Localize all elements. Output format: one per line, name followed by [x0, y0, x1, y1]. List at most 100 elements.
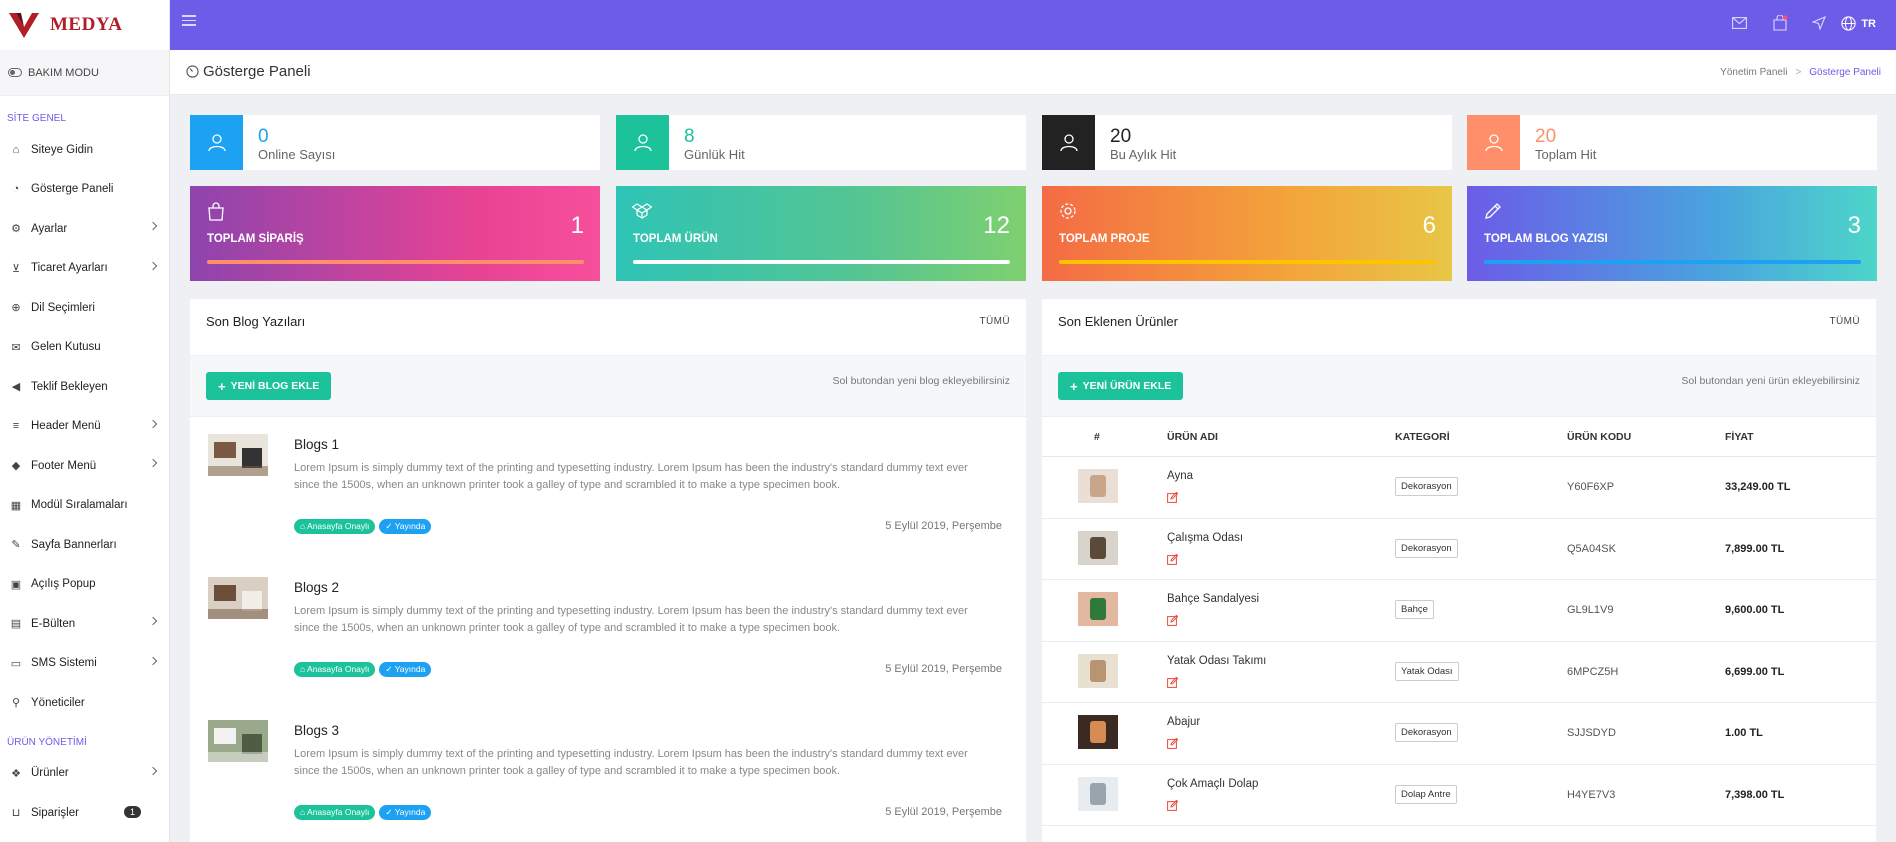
blog-title[interactable]: Blogs 2 [294, 580, 339, 595]
sidebar-item-gauge[interactable]: ◔ Gösterge Paneli [0, 170, 169, 210]
edit-icon[interactable] [1167, 552, 1179, 565]
add-blog-button[interactable]: + YENİ BLOG EKLE [206, 372, 332, 400]
gear-icon: ⚙ [11, 223, 21, 236]
product-name[interactable]: Çalışma Odası [1167, 532, 1243, 544]
sidebar-item-megaphone[interactable]: ◀ Teklif Bekleyen [0, 367, 169, 407]
table-row[interactable]: Bahçe Sandalyesi Bahçe GL9L1V9 9,600.00 TL [1042, 580, 1876, 642]
product-name[interactable]: Abajur [1167, 716, 1200, 728]
chevron-right-icon [148, 221, 158, 231]
products-view-all-link[interactable]: TÜMÜ [1830, 316, 1860, 327]
sidebar-item-menu[interactable]: ≡ Header Menü [0, 407, 169, 447]
blog-excerpt: Lorem Ipsum is simply dummy text of the … [294, 748, 968, 777]
edit-icon[interactable] [1167, 490, 1179, 503]
total-projects-card[interactable]: 6 TOPLAM PROJE [1042, 186, 1452, 281]
breadcrumb-separator-icon: > [1795, 67, 1802, 78]
users-icon [1467, 115, 1520, 170]
envelope-icon[interactable] [1730, 14, 1748, 32]
table-row[interactable]: Çok Amaçlı Dolap Dolap Antre H4YE7V3 7,398.… [1042, 765, 1876, 826]
sidebar-item-grid[interactable]: ▦ Modül Sıralamaları [0, 486, 169, 526]
hamburger-menu-icon[interactable] [182, 15, 196, 27]
edit-icon[interactable] [1167, 675, 1179, 688]
blog-title[interactable]: Blogs 1 [294, 437, 339, 452]
product-thumbnail [1078, 469, 1118, 503]
product-name[interactable]: Yatak Odası Takımı [1167, 655, 1266, 667]
dropbox-icon: ❖ [11, 767, 21, 780]
blog-view-all-link[interactable]: TÜMÜ [980, 316, 1010, 327]
total-orders-bar [207, 260, 584, 264]
logo[interactable]: MEDYA [0, 0, 169, 50]
sidebar-item-cart[interactable]: ⊻ Ticaret Ayarları [0, 249, 169, 289]
edit-icon[interactable] [1167, 613, 1179, 626]
published-badge: ✓ Yayında [379, 519, 432, 534]
product-category-badge: Dekorasyon [1395, 538, 1458, 558]
sidebar-item-popup[interactable]: ▣ Açılış Popup [0, 565, 169, 605]
product-thumbnail [1078, 592, 1118, 626]
col-product-code: ÜRÜN KODU [1567, 431, 1632, 443]
product-name[interactable]: Bahçe Sandalyesi [1167, 593, 1259, 605]
breadcrumb-home[interactable]: Yönetim Paneli [1720, 67, 1787, 78]
product-name[interactable]: Ayna [1167, 470, 1193, 482]
sidebar: MEDYA BAKIM MODU SİTE GENEL ⌂ Siteye Gidi… [0, 0, 170, 842]
sidebar-item-newsletter[interactable]: ▤ E-Bülten [0, 604, 169, 644]
breadcrumb-current: Gösterge Paneli [1809, 67, 1881, 78]
blog-list-item[interactable]: Blogs 3 Lorem Ipsum is simply dummy text … [190, 703, 1026, 842]
sidebar-item-home[interactable]: ⌂ Siteye Gidin [0, 130, 169, 170]
language-selector[interactable]: TR [1841, 16, 1876, 31]
sidebar-item-label: Gelen Kutusu [31, 341, 101, 354]
blog-thumbnail[interactable] [208, 720, 268, 762]
table-row[interactable]: Çalışma Odası Dekorasyon Q5A04SK 7,899.00 T… [1042, 519, 1876, 580]
edit-icon[interactable] [1167, 736, 1179, 749]
sidebar-item-gear[interactable]: ⚙ Ayarlar [0, 209, 169, 249]
globe-icon: ⊕ [11, 302, 21, 315]
sidebar-item-label: Ticaret Ayarları [31, 262, 108, 275]
blog-title[interactable]: Blogs 3 [294, 723, 339, 738]
page-title-text: Gösterge Paneli [203, 63, 311, 80]
product-code: Q5A04SK [1567, 542, 1616, 555]
stat-daily-hits: 8 Günlük Hit [616, 115, 1026, 170]
blog-date: 5 Eylül 2019, Perşembe [885, 520, 1002, 532]
blog-list-item[interactable]: Blogs 2 Lorem Ipsum is simply dummy text … [190, 560, 1026, 703]
product-code: SJJSDYD [1567, 727, 1616, 739]
blog-list-item[interactable]: Blogs 1 Lorem Ipsum is simply dummy text … [190, 417, 1026, 560]
dropbox-icon [631, 201, 653, 221]
maintenance-mode-toggle[interactable]: BAKIM MODU [0, 50, 169, 96]
total-orders-card[interactable]: 1 TOPLAM SİPARİŞ [190, 186, 600, 281]
sidebar-item-dropbox[interactable]: ❖ Ürünler [0, 754, 169, 794]
chevron-right-icon [148, 458, 158, 468]
sms-icon: ▭ [10, 657, 22, 670]
add-product-button[interactable]: + YENİ ÜRÜN EKLE [1058, 372, 1184, 400]
stat-monthly-hits-label: Bu Aylık Hit [1110, 147, 1177, 162]
total-products-card[interactable]: 12 TOPLAM ÜRÜN [616, 186, 1026, 281]
sidebar-item-bag[interactable]: ⊔ Siparişler 1 [0, 793, 169, 833]
maintenance-mode-label: BAKIM MODU [28, 66, 99, 79]
product-name[interactable]: Çok Amaçlı Dolap [1167, 778, 1258, 790]
table-row[interactable]: Yatak Odası Takımı Yatak Odası 6MPCZ5H 6,69… [1042, 642, 1876, 703]
total-blog-posts-card[interactable]: 3 TOPLAM BLOG YAZISI [1467, 186, 1877, 281]
sidebar-item-tag[interactable]: ◆ Footer Menü [0, 446, 169, 486]
topbar: TR [170, 0, 1896, 50]
sidebar-item-sms[interactable]: ▭ SMS Sistemi [0, 644, 169, 684]
table-row[interactable]: Ayna Dekorasyon Y60F6XP 33,249.00 TL [1042, 457, 1876, 519]
users-icon [190, 115, 243, 170]
stat-total-hits-value: 20 [1535, 126, 1557, 147]
sidebar-item-pin[interactable]: ✎ Sayfa Bannerları [0, 525, 169, 565]
menu-icon: ≡ [12, 420, 20, 433]
chevron-right-icon [148, 766, 158, 775]
edit-icon[interactable] [1167, 798, 1179, 811]
sidebar-item-globe[interactable]: ⊕ Dil Seçimleri [0, 288, 169, 328]
add-blog-button-label: YENİ BLOG EKLE [230, 380, 320, 392]
send-icon[interactable] [1810, 14, 1828, 32]
table-row[interactable]: Abajur Dekorasyon SJJSDYD 1.00 TL [1042, 703, 1876, 765]
stat-online-value: 0 [258, 126, 269, 147]
sidebar-item-label: Siparişler [31, 806, 79, 819]
blog-thumbnail[interactable] [208, 577, 268, 619]
shopping-bag-icon[interactable] [1771, 14, 1789, 32]
sidebar-item-envelope[interactable]: ✉ Gelen Kutusu [0, 328, 169, 368]
stat-daily-hits-label: Günlük Hit [684, 147, 745, 162]
newsletter-icon: ▤ [10, 618, 22, 631]
blog-thumbnail[interactable] [208, 434, 268, 476]
blog-hint: Sol butondan yeni blog ekleyebilirsiniz [832, 375, 1010, 387]
sidebar-item-user[interactable]: ⚲ Yöneticiler [0, 683, 169, 723]
product-thumbnail [1078, 653, 1118, 688]
blog-date: 5 Eylül 2019, Perşembe [885, 663, 1002, 675]
